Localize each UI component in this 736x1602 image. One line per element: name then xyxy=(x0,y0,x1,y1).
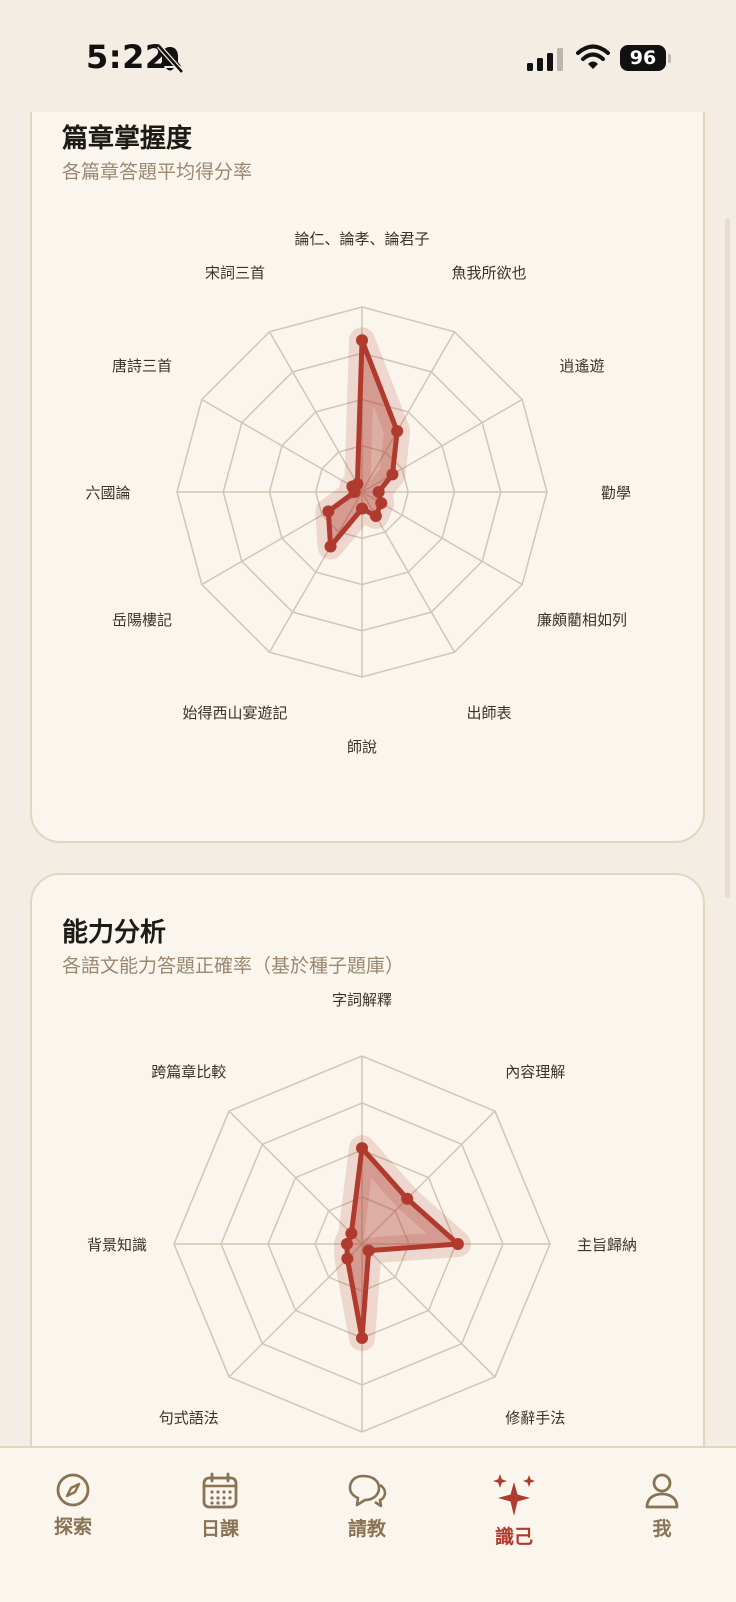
radar-data-point xyxy=(372,486,385,498)
radar-data-point xyxy=(401,1192,414,1205)
radar-data-point xyxy=(391,425,404,438)
radar-data-point xyxy=(375,497,388,510)
radar-axis-label: 唐詩三首 xyxy=(112,357,172,375)
tab-bar: 探索 日課 請教 識己 我 xyxy=(0,1446,736,1602)
radar-axis-label: 師說 xyxy=(347,738,377,756)
radar-data-point xyxy=(369,510,382,523)
tab-label: 請教 xyxy=(347,1518,386,1540)
radar-axis-label: 字詞解釋 xyxy=(332,991,392,1009)
status-bar: 5:22 96 xyxy=(0,0,736,112)
tab-label: 探索 xyxy=(53,1516,92,1538)
radar-data-point xyxy=(386,468,399,481)
radar-data-point xyxy=(340,1238,353,1250)
radar-axis-label: 廉頗藺相如列 xyxy=(537,611,627,629)
radar-axis-label: 內容理解 xyxy=(505,1063,565,1081)
tab-me[interactable]: 我 xyxy=(612,1472,712,1541)
radar-axis-label: 句式語法 xyxy=(159,1409,219,1427)
ability-analysis-card: 能力分析 各語文能力答題正確率（基於種子題庫） 字詞解釋 內容理解 主旨歸納 修辭手法… xyxy=(30,873,705,1493)
tab-label: 我 xyxy=(652,1518,672,1540)
radar-data-point xyxy=(356,1142,368,1155)
tab-label: 識己 xyxy=(494,1526,533,1548)
radar-axis-label: 魚我所欲也 xyxy=(451,264,526,282)
radar-data-point xyxy=(324,540,337,553)
chat-bubbles-icon xyxy=(348,1474,387,1508)
radar-axis-label: 背景知識 xyxy=(87,1236,147,1254)
tab-explore[interactable]: 探索 xyxy=(23,1472,123,1539)
bell-muted-icon xyxy=(157,44,184,74)
calendar-icon xyxy=(202,1472,238,1509)
battery-tip xyxy=(668,54,671,63)
radar-axis-label: 宋詞三首 xyxy=(205,264,265,282)
battery-indicator: 96 xyxy=(620,45,666,71)
radar-data-point xyxy=(356,1332,368,1344)
radar-data-point xyxy=(356,334,368,347)
radar-data-point xyxy=(341,1252,354,1265)
tab-daily[interactable]: 日課 xyxy=(170,1472,270,1541)
scrollbar[interactable] xyxy=(725,218,730,898)
tab-ask[interactable]: 請教 xyxy=(317,1472,417,1541)
tab-self[interactable]: 識己 xyxy=(464,1472,564,1549)
radar-axis-label: 逍遙遊 xyxy=(559,357,604,375)
compass-icon xyxy=(56,1473,90,1507)
radar-data-point xyxy=(451,1238,464,1250)
radar-axis-label: 跨篇章比較 xyxy=(151,1063,226,1081)
tab-label: 日課 xyxy=(200,1518,239,1540)
radar-axis-label: 主旨歸納 xyxy=(577,1236,637,1254)
sparkles-icon xyxy=(493,1474,535,1516)
radar-axis-label: 岳陽樓記 xyxy=(112,611,172,629)
wifi-icon xyxy=(576,44,610,69)
radar-axis-label: 始得西山宴遊記 xyxy=(182,704,287,722)
chapter-mastery-card: 篇章掌握度 各篇章答題平均得分率 論仁、論孝、論君子 魚我所欲也 逍遙遊 勸學 廉頗藺相… xyxy=(30,70,705,843)
chapter-radar-chart: 論仁、論孝、論君子魚我所欲也逍遙遊勸學廉頗藺相如列出師表師說 始得西山宴遊記 岳陽樓… xyxy=(85,230,631,756)
radar-spoke xyxy=(201,398,363,493)
radar-data-point xyxy=(345,1227,358,1240)
radar-axis-label: 論仁、論孝、論君子 xyxy=(294,230,429,248)
radar-data-point xyxy=(351,477,364,490)
radar-data-point xyxy=(356,502,368,515)
radar-axis-label: 出師表 xyxy=(466,704,511,722)
cellular-signal-icon xyxy=(527,48,563,71)
radar-data-point xyxy=(362,1244,375,1257)
radar-axis-label: 修辭手法 xyxy=(505,1409,565,1427)
person-icon xyxy=(645,1473,679,1509)
radar-axis-label: 六國論 xyxy=(85,484,130,502)
ability-radar-chart: 字詞解釋內容理解主旨歸納修辭手法 句式語法 背景知識 跨篇章比較 xyxy=(87,991,637,1433)
radar-axis-label: 勸學 xyxy=(601,484,631,502)
radar-data-point xyxy=(322,505,335,518)
